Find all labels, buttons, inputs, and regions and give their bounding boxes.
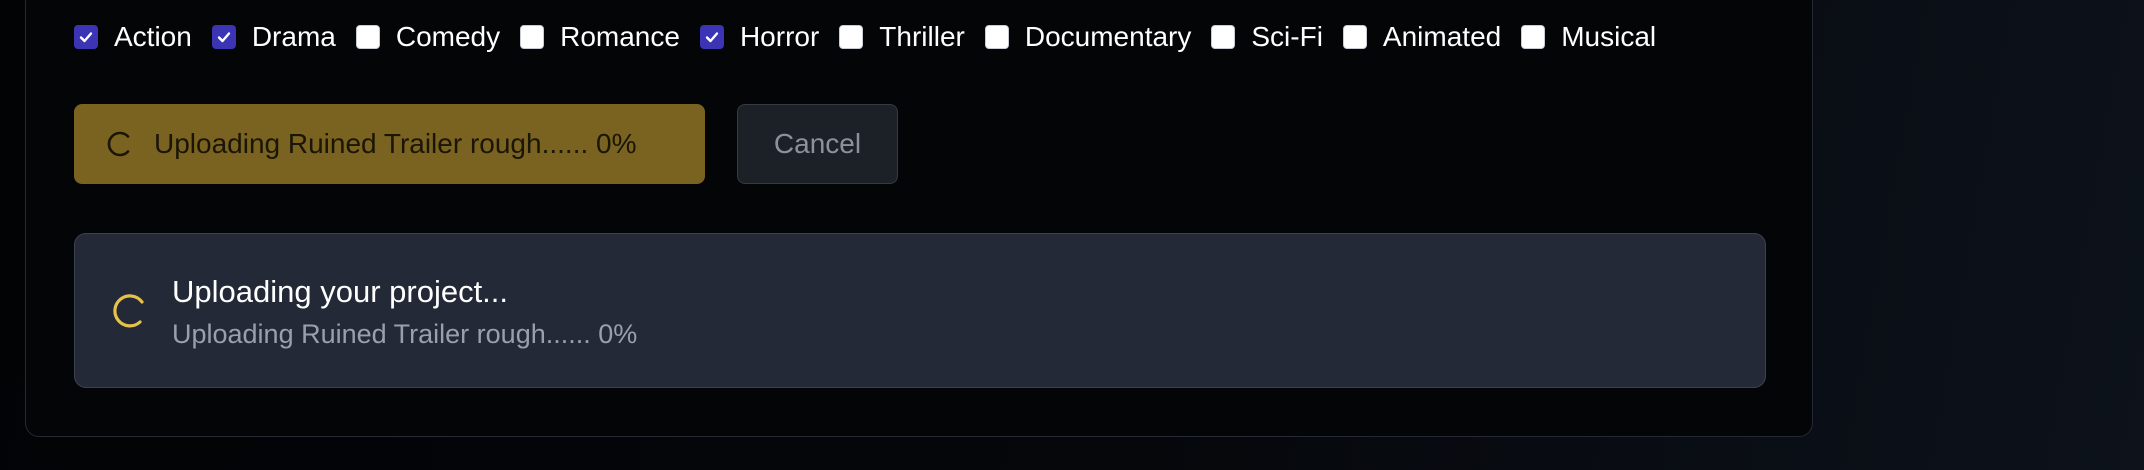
genre-label: Musical xyxy=(1561,21,1657,52)
upload-status-panel: Uploading your project... Uploading Ruin… xyxy=(74,233,1766,388)
genre-option-thriller[interactable]: Thriller xyxy=(839,21,965,53)
genre-label: Action xyxy=(114,21,192,52)
checkbox[interactable] xyxy=(1342,25,1367,49)
checkbox[interactable] xyxy=(984,25,1009,49)
status-subtitle: Uploading Ruined Trailer rough...... 0% xyxy=(172,319,638,349)
genre-label: Horror xyxy=(739,21,820,52)
checkbox[interactable] xyxy=(839,25,864,49)
checkbox[interactable] xyxy=(74,25,98,49)
genre-option-action[interactable]: Action xyxy=(74,21,192,53)
genre-option-documentary[interactable]: Documentary xyxy=(984,21,1192,53)
genre-label: Comedy xyxy=(395,21,501,52)
checkbox[interactable] xyxy=(699,25,724,49)
checkbox[interactable] xyxy=(1521,25,1546,49)
genre-label: Sci-Fi xyxy=(1251,21,1323,52)
genre-label: Documentary xyxy=(1024,21,1192,52)
check-icon xyxy=(217,32,231,43)
genre-option-romance[interactable]: Romance xyxy=(520,21,680,53)
genre-option-drama[interactable]: Drama xyxy=(211,21,336,53)
genre-label: Thriller xyxy=(879,21,965,52)
checkbox[interactable] xyxy=(1211,25,1236,49)
genre-option-comedy[interactable]: Comedy xyxy=(355,21,501,53)
upload-button-label: Uploading Ruined Trailer rough...... 0% xyxy=(154,128,637,159)
checkbox[interactable] xyxy=(520,25,545,49)
checkbox[interactable] xyxy=(355,25,380,49)
genre-option-horror[interactable]: Horror xyxy=(699,21,820,53)
cancel-button[interactable]: Cancel xyxy=(737,104,898,184)
checkbox[interactable] xyxy=(211,25,236,49)
genre-option-animated[interactable]: Animated xyxy=(1342,21,1502,53)
genre-label: Drama xyxy=(251,21,336,52)
status-title: Uploading your project... xyxy=(172,274,509,309)
spinner-icon xyxy=(107,131,130,157)
upload-button[interactable]: Uploading Ruined Trailer rough...... 0% xyxy=(74,104,705,184)
genre-label: Animated xyxy=(1382,21,1502,52)
genre-label: Romance xyxy=(560,21,680,52)
genre-option-musical[interactable]: Musical xyxy=(1521,21,1656,53)
check-icon xyxy=(79,32,93,43)
check-icon xyxy=(705,32,719,43)
genre-option-sci-fi[interactable]: Sci-Fi xyxy=(1211,21,1323,53)
spinner-icon xyxy=(113,294,144,328)
genre-checkbox-group: Action Drama Comedy Romance Horror Thril… xyxy=(74,17,1676,57)
